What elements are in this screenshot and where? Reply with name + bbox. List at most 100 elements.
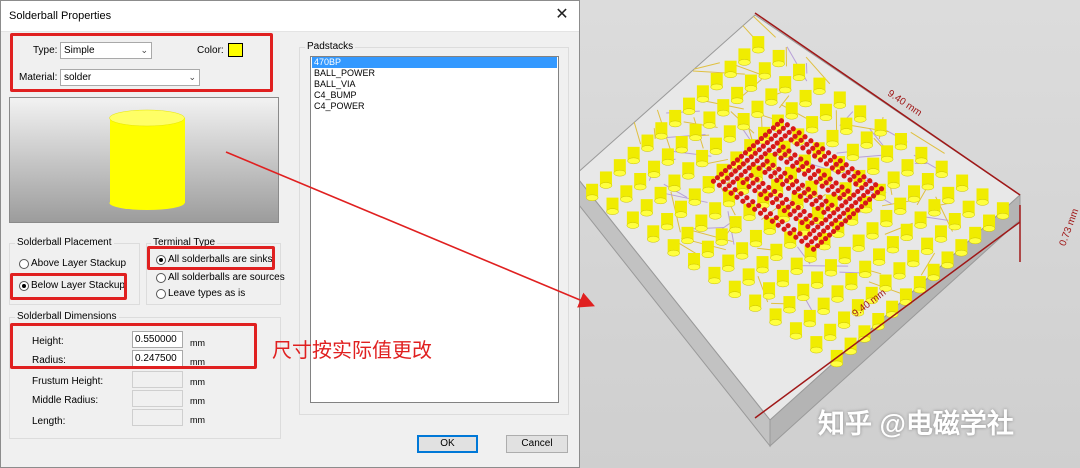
- package-3d-view[interactable]: 9.40 mm 9.40 mm 0.73 mm: [580, 0, 1080, 468]
- solderball: [682, 162, 694, 179]
- c4-bump: [840, 166, 845, 171]
- cancel-button[interactable]: Cancel: [506, 435, 568, 453]
- c4-bump: [744, 195, 749, 200]
- c4-bump: [797, 130, 802, 135]
- c4-bump: [751, 143, 756, 148]
- c4-bump: [802, 172, 807, 177]
- c4-bump: [851, 192, 856, 197]
- solderball: [810, 336, 822, 353]
- solderball: [942, 187, 954, 204]
- radio-sources[interactable]: [156, 273, 166, 283]
- solderball-base: [791, 269, 803, 275]
- radio-leave-types[interactable]: [156, 289, 166, 299]
- solderball-base: [949, 224, 961, 230]
- solderball-base: [942, 262, 954, 268]
- c4-bump: [762, 170, 767, 175]
- list-item[interactable]: BALL_POWER: [312, 68, 557, 79]
- list-item[interactable]: 470BP: [312, 57, 557, 68]
- c4-bump: [761, 144, 766, 149]
- radio-above-stackup[interactable]: [19, 259, 29, 269]
- c4-bump: [827, 232, 832, 237]
- c4-bump: [812, 191, 817, 196]
- c4-bump: [768, 174, 773, 179]
- solderball: [818, 298, 830, 315]
- c4-bump: [818, 176, 823, 181]
- solderball: [763, 282, 775, 299]
- close-icon[interactable]: ✕: [551, 4, 573, 26]
- solderball: [887, 236, 899, 253]
- trace-line: [797, 266, 848, 267]
- c4-bump: [762, 207, 767, 212]
- c4-bump: [781, 144, 786, 149]
- c4-bump: [824, 180, 829, 185]
- c4-bump: [784, 197, 789, 202]
- solderball: [641, 199, 653, 216]
- c4-bump: [810, 146, 815, 151]
- solderball: [779, 76, 791, 93]
- solderball-base: [915, 158, 927, 164]
- solderball: [668, 175, 680, 192]
- solderball: [847, 144, 859, 161]
- c4-bump: [733, 168, 738, 173]
- solderball-base: [696, 161, 708, 167]
- c4-bump: [816, 168, 821, 173]
- c4-bump: [811, 247, 816, 252]
- solderball-base: [709, 213, 721, 219]
- c4-bump: [794, 216, 799, 221]
- c4-bump: [758, 192, 763, 197]
- list-item[interactable]: C4_BUMP: [312, 90, 557, 101]
- c4-bump: [757, 147, 762, 152]
- solderball: [607, 198, 619, 215]
- solderball: [845, 338, 857, 355]
- solderball-base: [942, 198, 954, 204]
- c4-bump: [830, 184, 835, 189]
- c4-bump: [775, 122, 780, 127]
- solderball: [703, 176, 715, 193]
- solderball: [886, 301, 898, 318]
- solderball-base: [668, 186, 680, 192]
- solderball-base: [743, 279, 755, 285]
- c4-bump: [800, 164, 805, 169]
- c4-bump: [861, 193, 866, 198]
- c4-bump: [810, 202, 815, 207]
- solderball: [628, 147, 640, 164]
- solderball-base: [682, 238, 694, 244]
- c4-bump: [782, 208, 787, 213]
- c4-bump: [873, 182, 878, 187]
- c4-bump: [812, 172, 817, 177]
- solderball: [936, 161, 948, 178]
- solderball-base: [867, 169, 879, 175]
- solderball-base: [928, 210, 940, 216]
- c4-bump: [818, 195, 823, 200]
- solderball: [922, 173, 934, 190]
- c4-bump: [857, 196, 862, 201]
- c4-bump: [837, 214, 842, 219]
- solderball: [708, 267, 720, 284]
- c4-bump: [771, 144, 776, 149]
- title-bar[interactable]: Solderball Properties ✕: [1, 1, 579, 32]
- c4-bump: [817, 232, 822, 237]
- c4-bump: [772, 189, 777, 194]
- watermark: 知乎 @电磁学社: [818, 402, 1014, 441]
- solderball: [730, 216, 742, 233]
- solderball-base: [969, 238, 981, 244]
- solderball-base: [655, 133, 667, 139]
- c4-bump: [843, 200, 848, 205]
- c4-bump: [741, 180, 746, 185]
- c4-bump: [752, 207, 757, 212]
- list-item[interactable]: C4_POWER: [312, 101, 557, 112]
- c4-bump: [842, 173, 847, 178]
- c4-bump: [814, 180, 819, 185]
- list-item[interactable]: BALL_VIA: [312, 79, 557, 90]
- ok-button[interactable]: OK: [417, 435, 478, 453]
- highlight-placement: [10, 273, 127, 300]
- solderball-base: [977, 199, 989, 205]
- c4-bump: [826, 188, 831, 193]
- solderball-base: [888, 182, 900, 188]
- c4-bump: [792, 152, 797, 157]
- length-input[interactable]: [132, 409, 183, 426]
- c4-bump: [849, 204, 854, 209]
- solderball: [648, 161, 660, 178]
- middle-radius-input[interactable]: [132, 390, 183, 407]
- frustum-height-input[interactable]: [132, 371, 183, 388]
